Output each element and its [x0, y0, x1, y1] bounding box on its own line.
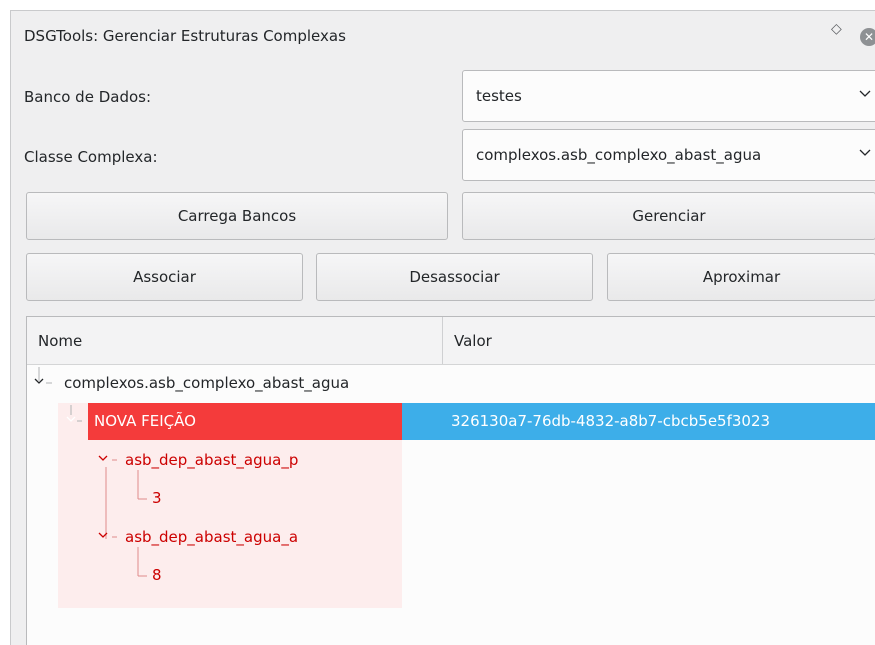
tree-child-item[interactable]: asb_dep_abast_agua_p: [125, 451, 298, 469]
window-title: DSGTools: Gerenciar Estruturas Complexas: [24, 27, 346, 45]
tree-root-item[interactable]: complexos.asb_complexo_abast_agua: [64, 374, 349, 392]
tree-feature-value[interactable]: 326130a7-76db-4832-a8b7-cbcb5e5f3023: [451, 412, 770, 430]
close-icon[interactable]: ✕: [860, 28, 875, 46]
chevron-down-icon: [859, 90, 871, 97]
database-combobox[interactable]: testes: [462, 70, 875, 122]
chevron-down-icon: [66, 416, 76, 422]
tree-child-item[interactable]: asb_dep_abast_agua_a: [125, 528, 298, 546]
class-value: complexos.asb_complexo_abast_agua: [476, 146, 762, 164]
column-value-header[interactable]: Valor: [454, 332, 492, 350]
disassociate-button[interactable]: Desassociar: [316, 253, 593, 301]
load-databases-button[interactable]: Carrega Bancos: [26, 192, 448, 240]
associate-button[interactable]: Associar: [26, 253, 303, 301]
title-bar: DSGTools: Gerenciar Estruturas Complexas…: [11, 11, 875, 57]
chevron-down-icon: [98, 455, 108, 461]
chevron-down-icon: [859, 149, 871, 156]
column-divider[interactable]: [442, 317, 443, 364]
dialog-window: DSGTools: Gerenciar Estruturas Complexas…: [10, 10, 875, 645]
tree-feature-name[interactable]: NOVA FEIÇÃO: [94, 412, 196, 430]
class-combobox[interactable]: complexos.asb_complexo_abast_agua: [462, 129, 875, 181]
class-label: Classe Complexa:: [24, 148, 158, 166]
database-value: testes: [476, 87, 522, 105]
float-icon[interactable]: ◇: [831, 21, 842, 37]
tree-leaf-item[interactable]: 3: [152, 489, 162, 507]
zoom-button[interactable]: Aproximar: [607, 253, 875, 301]
manage-button[interactable]: Gerenciar: [462, 192, 875, 240]
database-label: Banco de Dados:: [24, 88, 152, 106]
structure-tree[interactable]: Nome Valor complexos.asb_complexo_abast_…: [26, 316, 875, 645]
tree-leaf-item[interactable]: 8: [152, 566, 162, 584]
